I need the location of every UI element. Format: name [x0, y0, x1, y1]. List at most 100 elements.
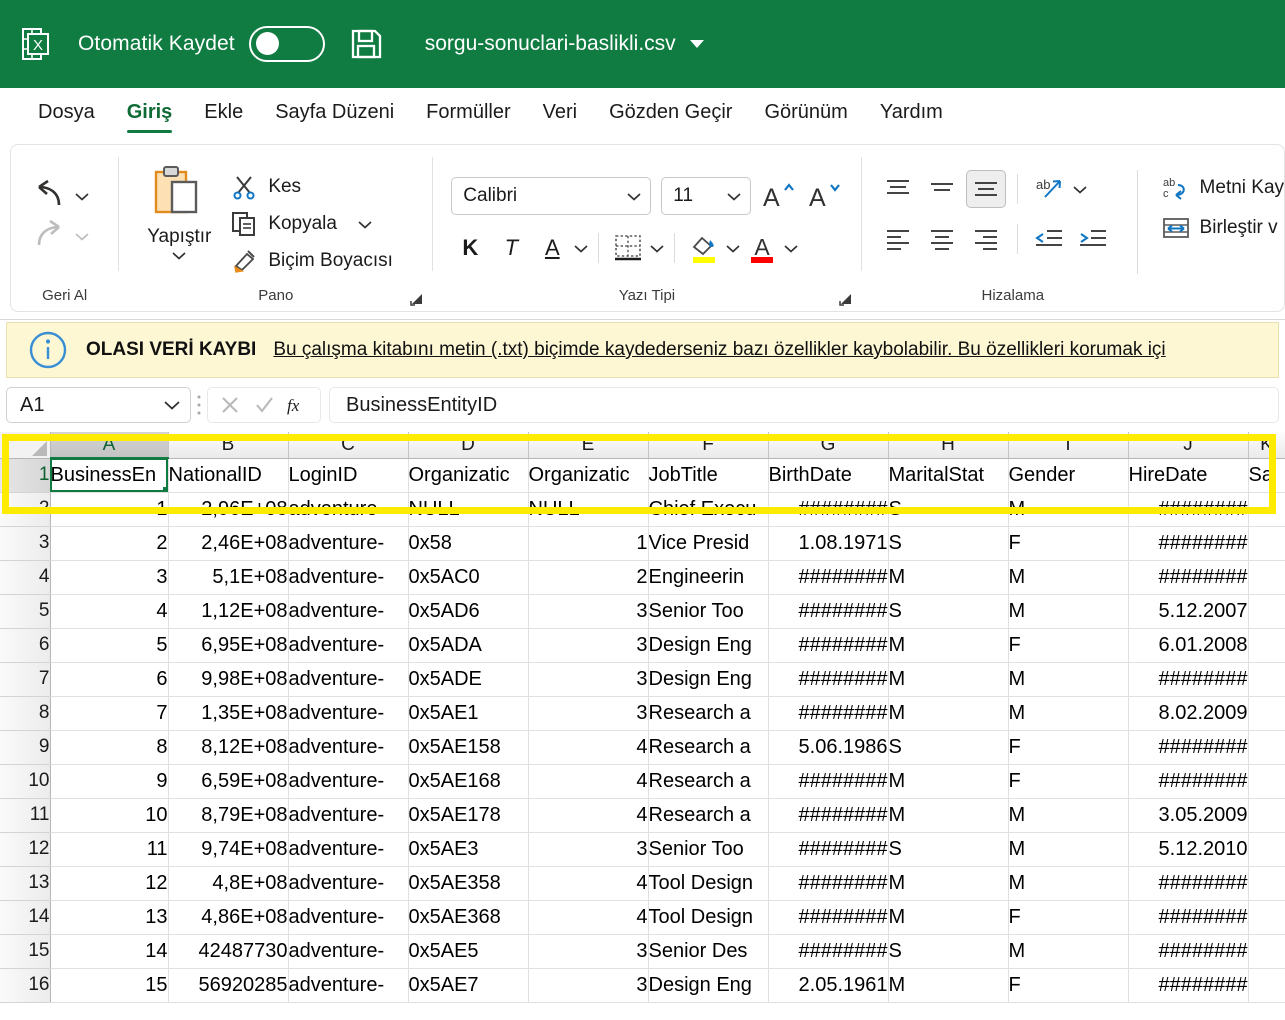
- grid-cell[interactable]: ########: [1128, 560, 1249, 595]
- grid-cell[interactable]: adventure-: [288, 934, 409, 969]
- align-top-button[interactable]: [878, 170, 918, 208]
- grid-cell[interactable]: 4: [528, 798, 649, 833]
- grid-cell[interactable]: M: [1008, 594, 1129, 629]
- row-header-12[interactable]: 12: [0, 832, 51, 867]
- row-header-6[interactable]: 6: [0, 628, 51, 663]
- grid-cell[interactable]: ########: [1128, 662, 1249, 697]
- undo-button[interactable]: [31, 179, 89, 213]
- column-header-H[interactable]: H: [888, 432, 1009, 459]
- grid-cell[interactable]: Senior Des: [648, 934, 769, 969]
- grid-cell[interactable]: Senior Too: [648, 832, 769, 867]
- grid-cell[interactable]: 3: [528, 832, 649, 867]
- copy-button[interactable]: Kopyala: [231, 211, 393, 237]
- grid-cell[interactable]: 3: [528, 968, 649, 1003]
- grid-cell[interactable]: 6: [50, 662, 169, 697]
- grid-cell[interactable]: 4: [528, 764, 649, 799]
- grid-cell[interactable]: F: [1008, 730, 1129, 765]
- grid-cell[interactable]: S: [888, 730, 1009, 765]
- row-header-8[interactable]: 8: [0, 696, 51, 731]
- grid-cell[interactable]: 42487730: [168, 934, 289, 969]
- grid-cell[interactable]: MaritalStat: [888, 458, 1009, 493]
- grid-cell[interactable]: 5.12.2007: [1128, 594, 1249, 629]
- grid-cell[interactable]: M: [1008, 798, 1129, 833]
- borders-button[interactable]: [609, 229, 647, 267]
- autosave-toggle[interactable]: [248, 26, 325, 62]
- grid-cell[interactable]: 4: [528, 900, 649, 935]
- grid-cell[interactable]: 4,86E+08: [168, 900, 289, 935]
- grid-cell[interactable]: Sa: [1248, 458, 1285, 493]
- formula-input[interactable]: BusinessEntityID: [329, 387, 1279, 423]
- grid-cell[interactable]: 0x5AC0: [408, 560, 529, 595]
- grid-cell[interactable]: 9,98E+08: [168, 662, 289, 697]
- grid-cell[interactable]: 4: [50, 594, 169, 629]
- grid-cell[interactable]: NULL: [408, 492, 529, 527]
- wrap-text-button[interactable]: ab c Metni Kay: [1162, 175, 1284, 201]
- row-header-5[interactable]: 5: [0, 594, 51, 629]
- grid-cell[interactable]: M: [1008, 662, 1129, 697]
- font-name-combo[interactable]: Calibri: [451, 177, 652, 215]
- grid-cell[interactable]: Design Eng: [648, 662, 769, 697]
- formula-bar-grip[interactable]: [191, 393, 207, 417]
- grid-cell[interactable]: 2: [50, 526, 169, 561]
- grid-cell[interactable]: S: [888, 832, 1009, 867]
- italic-button[interactable]: T: [492, 229, 530, 267]
- grid-cell[interactable]: M: [888, 900, 1009, 935]
- grid-cell[interactable]: 0x5AD6: [408, 594, 529, 629]
- grid-cell[interactable]: 1: [528, 526, 649, 561]
- grid-cell[interactable]: 0x5AE3: [408, 832, 529, 867]
- grid-cell[interactable]: 0x58: [408, 526, 529, 561]
- ribbon-tab-gözden-geçir[interactable]: Gözden Geçir: [593, 97, 748, 128]
- row-header-16[interactable]: 16: [0, 968, 51, 1003]
- redo-button[interactable]: [31, 219, 89, 253]
- grid-cell[interactable]: 10: [50, 798, 169, 833]
- undo-dropdown-icon[interactable]: [75, 192, 89, 201]
- grid-cell[interactable]: 4,8E+08: [168, 866, 289, 901]
- grid-cell[interactable]: adventure-: [288, 968, 409, 1003]
- grid-cell[interactable]: 3: [528, 628, 649, 663]
- grid-cell[interactable]: ########: [768, 662, 889, 697]
- grid-cell[interactable]: 6.01.2008: [1128, 628, 1249, 663]
- paste-dropdown-icon[interactable]: [172, 251, 186, 260]
- grid-cell[interactable]: Tool Design: [648, 866, 769, 901]
- grid-cell[interactable]: 56920285: [168, 968, 289, 1003]
- grid-cell[interactable]: JobTitle: [648, 458, 769, 493]
- grid-cell[interactable]: 7: [50, 696, 169, 731]
- grid-cell[interactable]: 9: [50, 764, 169, 799]
- grid-cell[interactable]: 4: [528, 866, 649, 901]
- grid-cell[interactable]: adventure-: [288, 764, 409, 799]
- grid-cell[interactable]: ########: [768, 866, 889, 901]
- align-right-button[interactable]: [966, 220, 1006, 258]
- grid-cell[interactable]: adventure-: [288, 526, 409, 561]
- grid-cell[interactable]: 0x5AE1: [408, 696, 529, 731]
- grid-cell[interactable]: S: [888, 594, 1009, 629]
- row-header-15[interactable]: 15: [0, 934, 51, 969]
- grid-cell[interactable]: 8,12E+08: [168, 730, 289, 765]
- column-header-G[interactable]: G: [768, 432, 889, 459]
- grid-cell[interactable]: M: [888, 798, 1009, 833]
- grid-cell[interactable]: ########: [1128, 900, 1249, 935]
- grid-cell[interactable]: M: [888, 628, 1009, 663]
- orientation-dropdown-icon[interactable]: [1072, 185, 1087, 194]
- decrease-font-size-icon[interactable]: A: [807, 179, 843, 213]
- grid-cell[interactable]: M: [1008, 492, 1129, 527]
- spreadsheet-grid[interactable]: ABCDEFGHIJK 1 BusinessEn NationalID LoginID…: [0, 432, 1285, 1006]
- align-center-button[interactable]: [922, 220, 962, 258]
- font-color-dropdown-icon[interactable]: [784, 244, 798, 253]
- fill-color-button[interactable]: [685, 229, 723, 267]
- grid-cell[interactable]: 0x5ADA: [408, 628, 529, 663]
- grid-cell[interactable]: [1248, 764, 1285, 799]
- grid-cell[interactable]: ########: [1128, 492, 1249, 527]
- chevron-down-icon[interactable]: [164, 400, 180, 410]
- grid-cell[interactable]: NationalID: [168, 458, 289, 493]
- row-header-3[interactable]: 3: [0, 526, 51, 561]
- grid-cell[interactable]: 6,95E+08: [168, 628, 289, 663]
- grid-cell[interactable]: M: [888, 866, 1009, 901]
- text-orientation-button[interactable]: ab: [1029, 170, 1069, 208]
- grid-cell[interactable]: [1248, 492, 1285, 527]
- align-left-button[interactable]: [878, 220, 918, 258]
- grid-cell[interactable]: 6,59E+08: [168, 764, 289, 799]
- align-bottom-button[interactable]: [965, 170, 1006, 208]
- grid-cell[interactable]: 3.05.2009: [1128, 798, 1249, 833]
- font-color-button[interactable]: A: [743, 229, 781, 267]
- row-header-1[interactable]: 1: [0, 458, 51, 493]
